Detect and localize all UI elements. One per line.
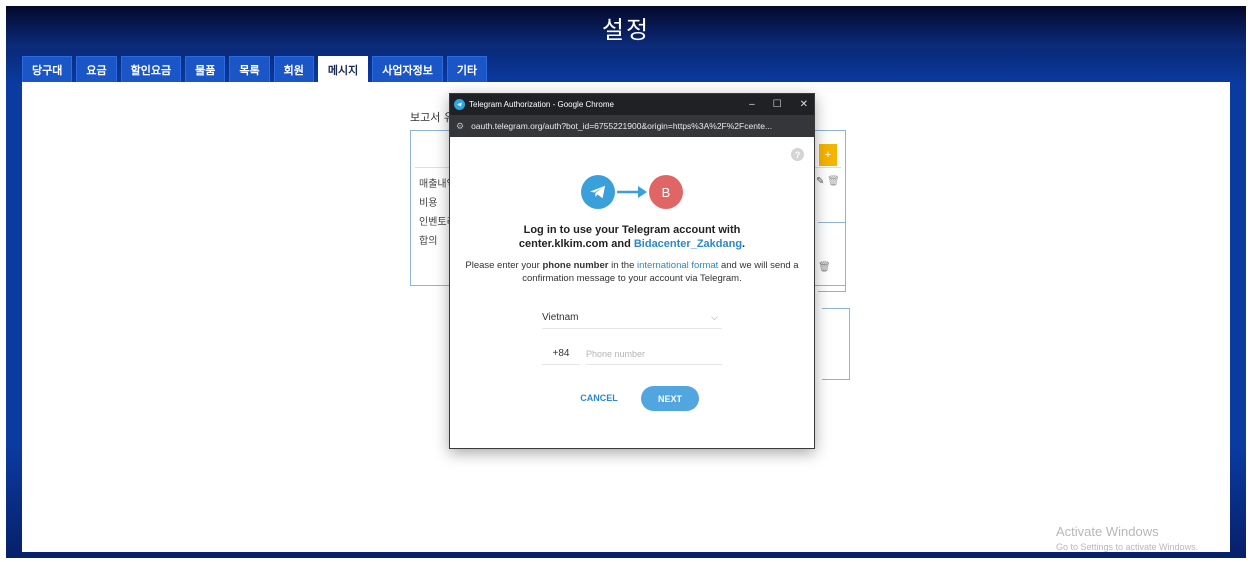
watermark-title: Activate Windows	[1056, 524, 1159, 539]
desc-prefix: Please enter your	[465, 260, 543, 271]
login-line-1: Log in to use your Telegram account with	[523, 224, 741, 236]
help-icon[interactable]: ?	[791, 148, 804, 161]
tab-business-info[interactable]: 사업자정보	[372, 56, 443, 82]
login-and: and	[608, 238, 634, 250]
tab-rates[interactable]: 요금	[76, 56, 117, 82]
maximize-icon[interactable]: ☐	[773, 99, 782, 110]
next-button[interactable]: NEXT	[641, 386, 699, 411]
trash-icon[interactable]: 🗑	[818, 262, 831, 273]
country-select[interactable]: Vietnam ⌵	[542, 307, 722, 329]
chevron-down-icon: ⌵	[711, 312, 718, 322]
message-box-3	[822, 308, 850, 380]
tab-discount-rates[interactable]: 할인요금	[120, 56, 182, 82]
tab-members[interactable]: 회원	[273, 56, 314, 82]
popup-titlebar[interactable]: Telegram Authorization - Google Chrome –…	[450, 94, 814, 115]
desc-mid: in the	[608, 260, 637, 271]
bot-name-link[interactable]: Bidacenter_Zakdang	[634, 238, 742, 250]
login-heading: Log in to use your Telegram account with…	[450, 223, 814, 251]
tab-goods[interactable]: 물품	[185, 56, 226, 82]
close-icon[interactable]: ✕	[800, 99, 808, 110]
tab-messages[interactable]: 메시지	[317, 56, 369, 82]
watermark-subtitle: Go to Settings to activate Windows.	[1056, 542, 1199, 552]
site-info-icon[interactable]: ⚙	[456, 121, 464, 132]
telegram-icon	[454, 99, 465, 110]
logos-row: B	[450, 175, 814, 209]
international-format-link[interactable]: international format	[637, 260, 718, 271]
add-button[interactable]: +	[819, 144, 837, 166]
telegram-auth-popup: Telegram Authorization - Google Chrome –…	[449, 93, 815, 449]
message-box-2	[818, 222, 846, 292]
login-period: .	[742, 238, 746, 250]
tab-pool-tables[interactable]: 당구대	[22, 56, 73, 82]
activate-windows-watermark: Activate Windows Go to Settings to activ…	[1056, 524, 1198, 552]
minimize-icon[interactable]: –	[749, 99, 755, 110]
tab-list[interactable]: 목록	[229, 56, 270, 82]
row-actions: ✎ 🗑	[816, 176, 840, 187]
window-controls: – ☐ ✕	[749, 94, 808, 115]
edit-icon[interactable]: ✎	[816, 176, 824, 187]
country-value: Vietnam	[542, 312, 579, 323]
site-name: center.klkim.com	[518, 238, 609, 250]
report-label: 보고서 유	[410, 111, 454, 124]
trash-icon[interactable]: 🗑	[827, 176, 840, 187]
popup-window-title: Telegram Authorization - Google Chrome	[469, 100, 614, 109]
address-bar[interactable]: ⚙ oauth.telegram.org/auth?bot_id=6755221…	[450, 115, 814, 137]
country-code-field[interactable]: +84	[542, 343, 580, 365]
desc-bold: phone number	[542, 260, 609, 271]
app-title: 설정	[6, 6, 1246, 48]
phone-number-input[interactable]	[586, 343, 722, 365]
cancel-button[interactable]: CANCEL	[574, 387, 624, 409]
login-line-2: center.klkim.com and Bidacenter_Zakdang.	[450, 237, 814, 251]
login-description: Please enter your phone number in the in…	[464, 259, 800, 285]
arrow-right-icon	[615, 175, 649, 209]
telegram-logo-icon	[581, 175, 615, 209]
tab-bar: 당구대 요금 할인요금 물품 목록 회원 메시지 사업자정보 기타	[22, 56, 488, 82]
url-text: oauth.telegram.org/auth?bot_id=675522190…	[471, 121, 773, 131]
popup-body: ? B Log in to use your Telegram account …	[450, 137, 814, 448]
bot-avatar: B	[649, 175, 683, 209]
tab-other[interactable]: 기타	[446, 56, 488, 82]
